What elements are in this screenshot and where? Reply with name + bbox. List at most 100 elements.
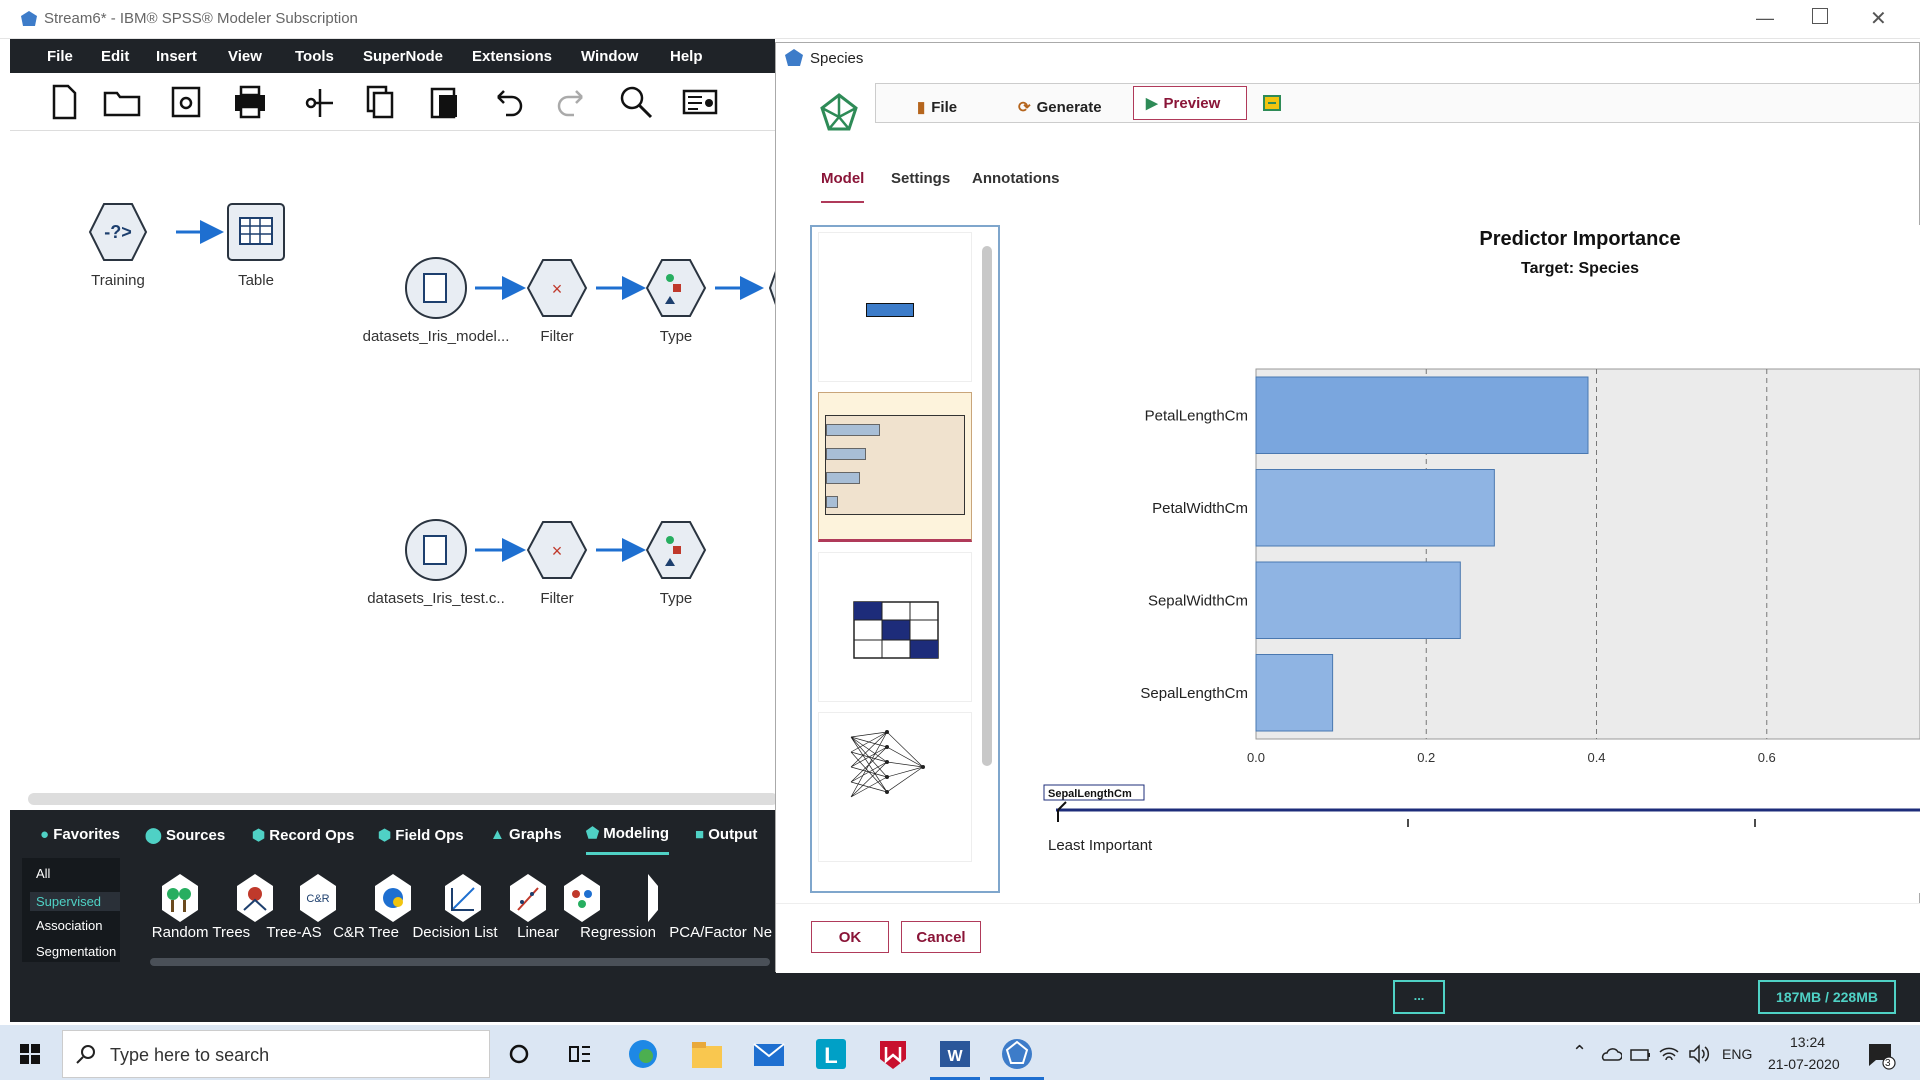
clock-time[interactable]: 13:24 xyxy=(1790,1034,1825,1050)
importance-bar xyxy=(1255,469,1495,547)
viz-thumb-bar-summary[interactable] xyxy=(818,232,972,382)
ok-button[interactable]: OK xyxy=(811,921,889,953)
menu-window[interactable]: Window xyxy=(581,48,638,65)
spss-taskbar-icon[interactable] xyxy=(998,1035,1036,1073)
tab-field-ops[interactable]: ⬢ Field Ops xyxy=(378,826,464,844)
clock-date[interactable]: 21-07-2020 xyxy=(1768,1056,1840,1072)
node-label-type1[interactable]: Type xyxy=(601,328,751,345)
palette-node-linear[interactable]: Linear xyxy=(508,924,568,941)
main-toolbar xyxy=(10,73,775,131)
svg-text:L: L xyxy=(824,1043,837,1068)
palette-node-regression[interactable]: Regression xyxy=(570,924,666,941)
tab-favorites[interactable]: ● Favorites xyxy=(40,826,120,843)
status-ellipsis-button[interactable]: ... xyxy=(1393,980,1445,1014)
tray-chevron-icon[interactable]: ⌃ xyxy=(1572,1042,1587,1063)
canvas-horizontal-scrollbar[interactable] xyxy=(28,793,778,805)
app-titlebar: Stream6* - IBM® SPSS® Modeler Subscripti… xyxy=(0,0,1920,39)
menu-supernode[interactable]: SuperNode xyxy=(363,48,443,65)
palette-body: All Supervised Association Segmentation … xyxy=(10,858,775,968)
menu-extensions[interactable]: Extensions xyxy=(472,48,552,65)
word-icon[interactable]: W xyxy=(938,1037,972,1071)
tab-output[interactable]: ■ Output xyxy=(695,826,757,843)
node-label-table[interactable]: Table xyxy=(181,272,331,289)
category-all[interactable]: All xyxy=(36,866,50,881)
cut-icon[interactable] xyxy=(298,83,338,121)
x-tick-label: 0.6 xyxy=(1758,750,1776,765)
svg-text:×: × xyxy=(552,279,563,299)
file-menu-icon: ▮ xyxy=(917,99,926,116)
volume-icon[interactable] xyxy=(1688,1044,1710,1064)
viz-thumb-predictor-importance[interactable] xyxy=(818,392,972,542)
tab-sources[interactable]: ⬤ Sources xyxy=(145,826,225,844)
chart-title: Predictor Importance xyxy=(1479,228,1680,250)
file-explorer-icon[interactable] xyxy=(690,1040,724,1070)
mail-icon[interactable] xyxy=(752,1040,786,1070)
category-association[interactable]: Association xyxy=(36,918,102,933)
menu-file[interactable]: File xyxy=(47,48,73,65)
dialog-preview-button[interactable]: ▶ Preview xyxy=(1133,86,1247,120)
tab-record-ops[interactable]: ⬢ Record Ops xyxy=(252,826,354,844)
paste-icon[interactable] xyxy=(424,83,464,121)
category-segmentation[interactable]: Segmentation xyxy=(36,944,116,959)
palette-node-random-trees[interactable]: Random Trees xyxy=(141,924,261,941)
menu-edit[interactable]: Edit xyxy=(101,48,129,65)
dialog-generate-button[interactable]: ⟳ Generate xyxy=(1006,91,1114,123)
x-tick-label: 0.2 xyxy=(1417,750,1435,765)
palette-node-pca-factor[interactable]: PCA/Factor xyxy=(665,924,751,941)
cancel-button[interactable]: Cancel xyxy=(901,921,981,953)
memory-indicator[interactable]: 187MB / 228MB xyxy=(1758,980,1896,1014)
wifi-icon[interactable] xyxy=(1658,1044,1680,1064)
minimize-button[interactable]: — xyxy=(1756,8,1774,29)
menu-view[interactable]: View xyxy=(228,48,262,65)
dialog-file-button[interactable]: ▮ File xyxy=(905,91,969,123)
importance-bar xyxy=(1255,561,1461,639)
palette-node-neural-net[interactable]: Ne xyxy=(750,924,775,941)
menu-help[interactable]: Help xyxy=(670,48,703,65)
save-icon[interactable] xyxy=(166,83,206,121)
windows-start-icon[interactable] xyxy=(20,1044,40,1064)
category-supervised[interactable]: Supervised xyxy=(30,892,120,911)
menu-tools[interactable]: Tools xyxy=(295,48,334,65)
palette-node-decision-list[interactable]: Decision List xyxy=(403,924,507,941)
palette-node-cr-tree[interactable]: C&R Tree xyxy=(328,924,404,941)
node-label-type2[interactable]: Type xyxy=(601,590,751,607)
cortana-icon[interactable] xyxy=(508,1043,530,1065)
maximize-button[interactable] xyxy=(1812,8,1828,24)
network-thumb-icon xyxy=(850,730,925,798)
undo-icon[interactable] xyxy=(488,83,528,121)
tab-settings[interactable]: Settings xyxy=(891,170,950,187)
lync-app-icon[interactable]: L xyxy=(814,1037,848,1071)
record-ops-icon: ⬢ xyxy=(252,827,266,844)
copy-icon[interactable] xyxy=(360,83,400,121)
open-folder-icon[interactable] xyxy=(102,83,142,121)
stream-properties-icon[interactable] xyxy=(680,83,720,121)
viz-thumb-network[interactable] xyxy=(818,712,972,862)
new-stream-icon[interactable] xyxy=(44,83,84,121)
onedrive-icon[interactable] xyxy=(1600,1046,1622,1062)
task-view-icon[interactable] xyxy=(568,1043,592,1065)
tab-graphs[interactable]: ▲ Graphs xyxy=(490,826,562,843)
print-icon[interactable] xyxy=(230,83,270,121)
mcafee-icon[interactable] xyxy=(876,1037,910,1071)
notification-center-icon[interactable] xyxy=(1866,1040,1896,1070)
tab-annotations[interactable]: Annotations xyxy=(972,170,1060,187)
taskbar-search-placeholder[interactable]: Type here to search xyxy=(110,1045,269,1066)
palette-node-tree-as[interactable]: Tree-AS xyxy=(259,924,329,941)
battery-icon[interactable] xyxy=(1630,1048,1652,1062)
viz-list-scrollbar[interactable] xyxy=(982,246,992,766)
node-label-training[interactable]: Training xyxy=(43,272,193,289)
stream-canvas[interactable]: -?> × × Training Table datasets_Iris_mod… xyxy=(10,132,775,802)
edge-browser-icon[interactable] xyxy=(626,1038,660,1070)
palette-scrollbar[interactable] xyxy=(150,958,770,966)
svg-text:C&R: C&R xyxy=(306,893,329,905)
export-icon[interactable] xyxy=(1262,93,1282,113)
redo-icon[interactable] xyxy=(552,83,592,121)
language-indicator[interactable]: ENG xyxy=(1722,1046,1752,1062)
viz-thumb-confusion-matrix[interactable] xyxy=(818,552,972,702)
tab-modeling[interactable]: ⬟ Modeling xyxy=(586,824,670,855)
tab-model[interactable]: Model xyxy=(821,170,865,203)
close-button[interactable]: ✕ xyxy=(1870,6,1887,31)
menu-insert[interactable]: Insert xyxy=(156,48,197,65)
search-icon[interactable] xyxy=(616,83,656,121)
importance-thumb-icon xyxy=(825,415,965,515)
